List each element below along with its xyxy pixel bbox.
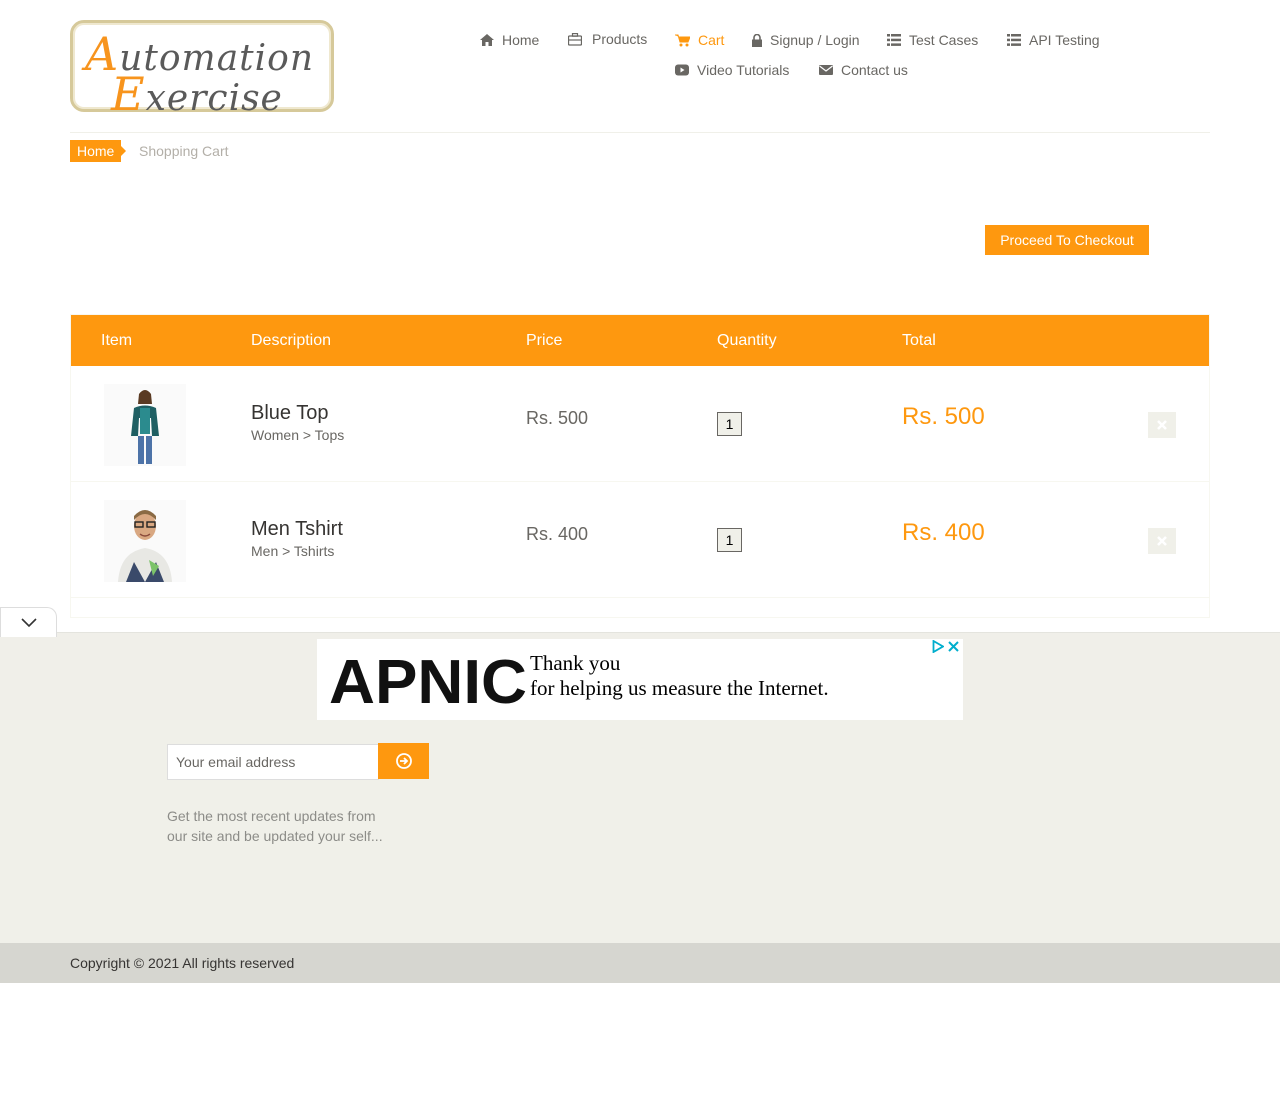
header-divider: [70, 132, 1210, 133]
nav-contact-us[interactable]: Contact us: [819, 62, 908, 78]
cart-table-header: Item Description Price Quantity Total: [71, 315, 1209, 366]
ad-box[interactable]: APNIC Thank you for helping us measure t…: [317, 639, 963, 720]
product-name[interactable]: Men Tshirt: [251, 518, 343, 541]
product-name[interactable]: Blue Top: [251, 402, 328, 425]
ad-collapse-button[interactable]: [0, 607, 57, 637]
product-category: Women > Tops: [251, 427, 345, 443]
youtube-icon: [675, 64, 689, 76]
apnic-logo: APNIC: [329, 648, 527, 711]
site-logo[interactable]: Automation Exercise: [70, 20, 334, 121]
close-icon: [1157, 420, 1167, 430]
chevron-down-icon: [20, 617, 37, 627]
ad-line-1: Thank you: [530, 651, 621, 675]
header-total: Total: [902, 332, 936, 349]
product-total: Rs. 400: [902, 519, 985, 546]
cart-row: Men Tshirt Men > Tshirts Rs. 400 1 Rs. 4…: [71, 482, 1209, 598]
product-price: Rs. 400: [526, 524, 589, 544]
lock-icon: [752, 33, 762, 47]
subscribe-email-input[interactable]: [167, 744, 379, 780]
close-icon: [1157, 536, 1167, 546]
briefcase-icon: [568, 32, 582, 46]
nav-test-cases[interactable]: Test Cases: [887, 32, 978, 48]
svg-text:APNIC: APNIC: [329, 648, 527, 711]
copyright-text: Copyright © 2021 All rights reserved: [70, 955, 295, 971]
list-icon: [887, 34, 901, 46]
delete-item-button[interactable]: [1148, 528, 1176, 554]
nav-home[interactable]: Home: [480, 32, 539, 48]
close-icon[interactable]: [948, 641, 959, 652]
cart-icon: [675, 34, 690, 46]
arrow-circle-right-icon: [395, 753, 412, 769]
breadcrumb-current: Shopping Cart: [139, 143, 229, 159]
cart-row: Blue Top Women > Tops Rs. 500 1 Rs. 500: [71, 366, 1209, 482]
proceed-to-checkout-button[interactable]: Proceed To Checkout: [985, 225, 1149, 255]
header-quantity: Quantity: [717, 332, 777, 349]
list-icon: [1007, 34, 1021, 46]
subscribe-button[interactable]: [378, 743, 429, 779]
header-description: Description: [251, 332, 332, 349]
ad-choices-icon[interactable]: [932, 640, 944, 653]
cart-table: Item Description Price Quantity Total Bl…: [70, 314, 1210, 618]
ad-line-2: for helping us measure the Internet.: [530, 676, 829, 700]
nav-api-testing[interactable]: API Testing: [1007, 32, 1100, 48]
ad-choices[interactable]: [932, 640, 959, 653]
product-image-men-tshirt[interactable]: [104, 500, 186, 582]
product-image-blue-top[interactable]: [104, 384, 186, 466]
quantity-box: 1: [717, 412, 742, 436]
delete-item-button[interactable]: [1148, 412, 1176, 438]
subscribe-note: Get the most recent updates from our sit…: [167, 808, 383, 844]
nav-products[interactable]: Products: [568, 31, 647, 47]
logo-line-2: Exercise: [111, 67, 283, 121]
nav-video-tutorials[interactable]: Video Tutorials: [675, 62, 789, 78]
product-total: Rs. 500: [902, 403, 985, 430]
nav-signup-login[interactable]: Signup / Login: [752, 32, 860, 48]
product-category: Men > Tshirts: [251, 543, 335, 559]
header-price: Price: [526, 332, 563, 349]
home-icon: [480, 34, 494, 46]
product-price: Rs. 500: [526, 408, 589, 428]
header-item: Item: [101, 332, 133, 349]
nav-cart[interactable]: Cart: [675, 32, 724, 48]
quantity-box: 1: [717, 528, 742, 552]
envelope-icon: [819, 65, 833, 75]
ad-message: Thank you for helping us measure the Int…: [530, 651, 829, 701]
breadcrumb-home[interactable]: Home: [70, 140, 127, 162]
